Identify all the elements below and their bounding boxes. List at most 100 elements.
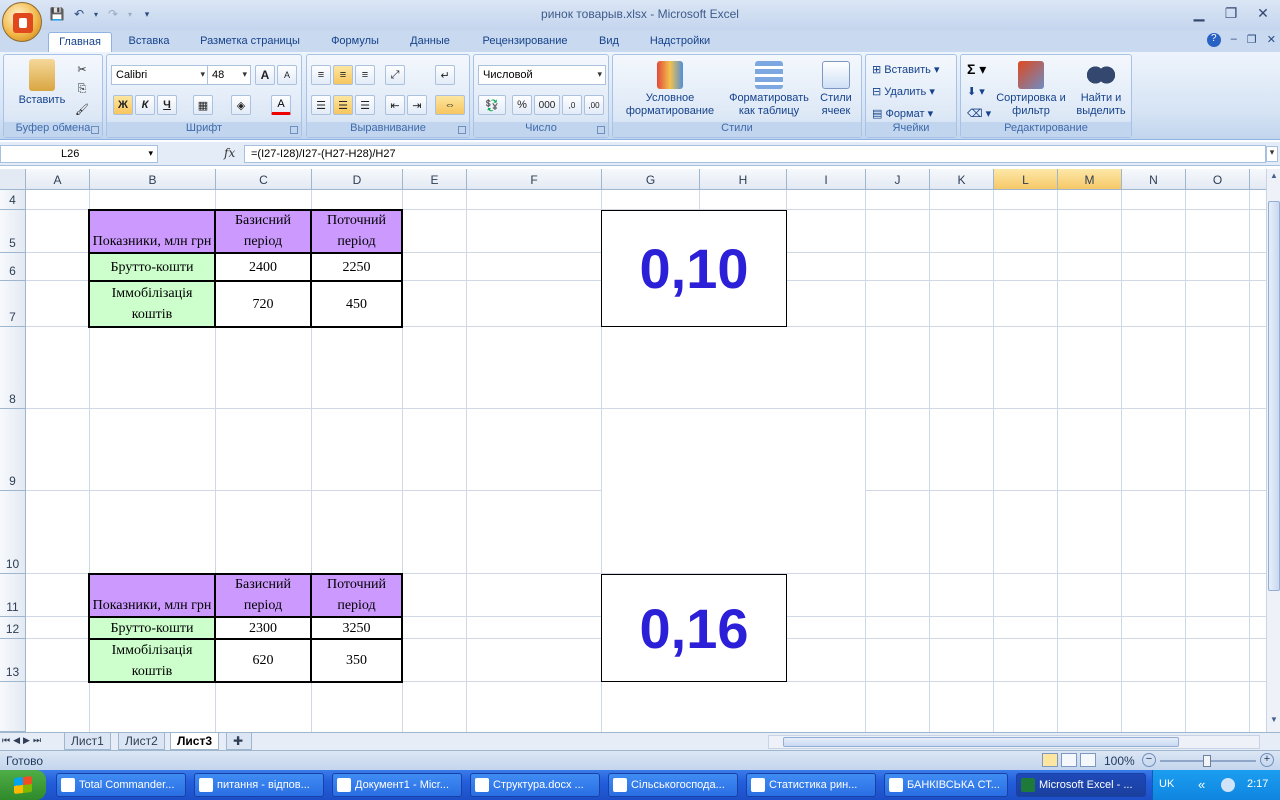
page-break-view-icon[interactable] <box>1080 753 1096 767</box>
insert-cells-button[interactable]: ⊞ Вставить ▾ <box>872 63 940 76</box>
tab-data[interactable]: Данные <box>400 32 460 52</box>
decrease-indent-icon[interactable]: ⇤ <box>385 95 405 115</box>
taskbar-item-excel[interactable]: Microsoft Excel - ... <box>1016 773 1146 797</box>
help-icon[interactable]: ? <box>1206 33 1221 47</box>
zoom-in-icon[interactable]: + <box>1260 753 1274 767</box>
vertical-scrollbar[interactable]: ▲ ▼ <box>1266 169 1280 732</box>
last-sheet-icon[interactable]: ⏭ <box>33 735 41 746</box>
row-header-14[interactable] <box>0 682 26 732</box>
col-header-i[interactable]: I <box>787 169 866 190</box>
taskbar-item-word-2[interactable]: Документ1 - Micr... <box>332 773 462 797</box>
number-format-combo[interactable]: Числовой <box>478 65 606 85</box>
thousands-button[interactable]: 000 <box>534 95 560 115</box>
italic-button[interactable]: К <box>135 95 155 115</box>
col-header-k[interactable]: K <box>930 169 994 190</box>
col-header-d[interactable]: D <box>312 169 403 190</box>
row-header-10[interactable]: 10 <box>0 491 26 574</box>
col-header-j[interactable]: J <box>866 169 930 190</box>
clear-icon[interactable]: ⌫ ▾ <box>967 107 991 120</box>
sheet-tab-3[interactable]: Лист3 <box>170 733 220 750</box>
wrap-text-icon[interactable]: ↵ <box>435 65 455 85</box>
clock[interactable]: 2:17 <box>1247 778 1268 790</box>
paste-button[interactable]: Вставить <box>12 59 72 107</box>
format-cells-button[interactable]: ▤ Формат ▾ <box>872 107 933 120</box>
clipboard-launcher-icon[interactable] <box>91 126 99 134</box>
cut-icon[interactable]: ✂ <box>72 59 92 79</box>
page-layout-view-icon[interactable] <box>1061 753 1077 767</box>
col-header-h[interactable]: H <box>700 169 787 190</box>
align-left-icon[interactable]: ☰ <box>311 95 331 115</box>
increase-decimal-icon[interactable]: ,0 <box>562 95 582 115</box>
sheet-tab-1[interactable]: Лист1 <box>64 733 111 750</box>
row-header-12[interactable]: 12 <box>0 617 26 639</box>
table1-immob-current[interactable]: 450 <box>310 280 403 328</box>
col-header-n[interactable]: N <box>1122 169 1186 190</box>
row-header-13[interactable]: 13 <box>0 639 26 682</box>
zoom-out-icon[interactable]: − <box>1142 753 1156 767</box>
table2-header-current[interactable]: Поточний період <box>310 573 403 618</box>
horizontal-scrollbar[interactable] <box>768 735 1260 749</box>
row-header-8[interactable]: 8 <box>0 327 26 409</box>
font-color-icon[interactable]: A <box>271 95 291 115</box>
vertical-scroll-thumb[interactable] <box>1268 201 1280 591</box>
taskbar-item-word-3[interactable]: Структура.docx ... <box>470 773 600 797</box>
format-painter-icon[interactable]: 🖌 <box>72 99 92 119</box>
taskbar-item-word-4[interactable]: Сільськогоспода... <box>608 773 738 797</box>
copy-icon[interactable]: ⎘ <box>72 79 92 99</box>
tab-review[interactable]: Рецензирование <box>472 32 578 52</box>
normal-view-icon[interactable] <box>1042 753 1058 767</box>
table2-immob-label[interactable]: Іммобілізація коштів <box>88 638 216 683</box>
table1-header-base[interactable]: Базисний період <box>214 209 312 254</box>
zoom-level[interactable]: 100% <box>1104 754 1135 768</box>
tab-insert[interactable]: Вставка <box>118 32 180 52</box>
fill-color-icon[interactable]: ◈ <box>231 95 251 115</box>
tray-expand-icon[interactable]: « <box>1198 777 1205 792</box>
bold-button[interactable]: Ж <box>113 95 133 115</box>
result-value-1[interactable]: 0,10 <box>601 210 787 327</box>
select-all-corner[interactable] <box>0 169 26 190</box>
table1-gross-base[interactable]: 2400 <box>214 252 312 282</box>
formula-input[interactable]: =(I27-I28)/I27-(H27-H28)/H27 <box>244 145 1266 163</box>
expand-formula-bar-icon[interactable]: ▾ <box>1266 146 1278 162</box>
table1-gross-current[interactable]: 2250 <box>310 252 403 282</box>
result-value-2[interactable]: 0,16 <box>601 574 787 682</box>
fx-icon[interactable]: fx <box>224 146 235 160</box>
fill-icon[interactable]: ⬇ ▾ <box>967 85 985 98</box>
find-select-button[interactable]: Найти и выделить <box>1069 61 1133 118</box>
col-header-f[interactable]: F <box>467 169 602 190</box>
taskbar-item-word-6[interactable]: БАНКІВСЬКА СТ... <box>884 773 1008 797</box>
autosum-button[interactable]: Σ ▾ <box>967 61 986 78</box>
tab-formulas[interactable]: Формулы <box>322 32 388 52</box>
minimize-icon[interactable]: ▁ <box>1188 3 1210 23</box>
row-header-4[interactable]: 4 <box>0 190 26 210</box>
row-header-11[interactable]: 11 <box>0 574 26 617</box>
font-launcher-icon[interactable] <box>290 126 298 134</box>
row-header-6[interactable]: 6 <box>0 253 26 281</box>
taskbar-item-total-commander[interactable]: Total Commander... <box>56 773 186 797</box>
worksheet-grid[interactable]: A B C D E F G H I J K L M N O 4 5 6 7 8 … <box>0 169 1266 732</box>
name-box[interactable]: L26 <box>0 145 158 163</box>
table1-header-current[interactable]: Поточний період <box>310 209 403 254</box>
table2-immob-base[interactable]: 620 <box>214 638 312 683</box>
col-header-e[interactable]: E <box>403 169 467 190</box>
office-button[interactable] <box>2 2 42 42</box>
sort-filter-button[interactable]: Сортировка и фильтр <box>995 61 1067 118</box>
cell-styles-button[interactable]: Стили ячеек <box>813 61 859 118</box>
scroll-down-icon[interactable]: ▼ <box>1268 715 1280 729</box>
row-header-9[interactable]: 9 <box>0 409 26 491</box>
table1-header-indicator[interactable]: Показники, млн грн <box>88 209 216 254</box>
font-name-combo[interactable]: Calibri <box>111 65 209 85</box>
first-sheet-icon[interactable]: ⏮ <box>2 735 10 746</box>
tab-home[interactable]: Главная <box>48 32 112 52</box>
maximize-icon[interactable]: ❐ <box>1220 3 1242 23</box>
percent-button[interactable]: % <box>512 95 532 115</box>
align-right-icon[interactable]: ☰ <box>355 95 375 115</box>
insert-sheet-icon[interactable]: ✚ <box>226 733 252 750</box>
table2-gross-current[interactable]: 3250 <box>310 616 403 640</box>
table2-gross-label[interactable]: Брутто-кошти <box>88 616 216 640</box>
doc-minimize-icon[interactable]: – <box>1231 33 1237 47</box>
close-icon[interactable]: ✕ <box>1252 3 1274 23</box>
tab-addins[interactable]: Надстройки <box>640 32 720 52</box>
prev-sheet-icon[interactable]: ◀ <box>13 735 20 746</box>
format-as-table-button[interactable]: Форматировать как таблицу <box>723 61 815 118</box>
